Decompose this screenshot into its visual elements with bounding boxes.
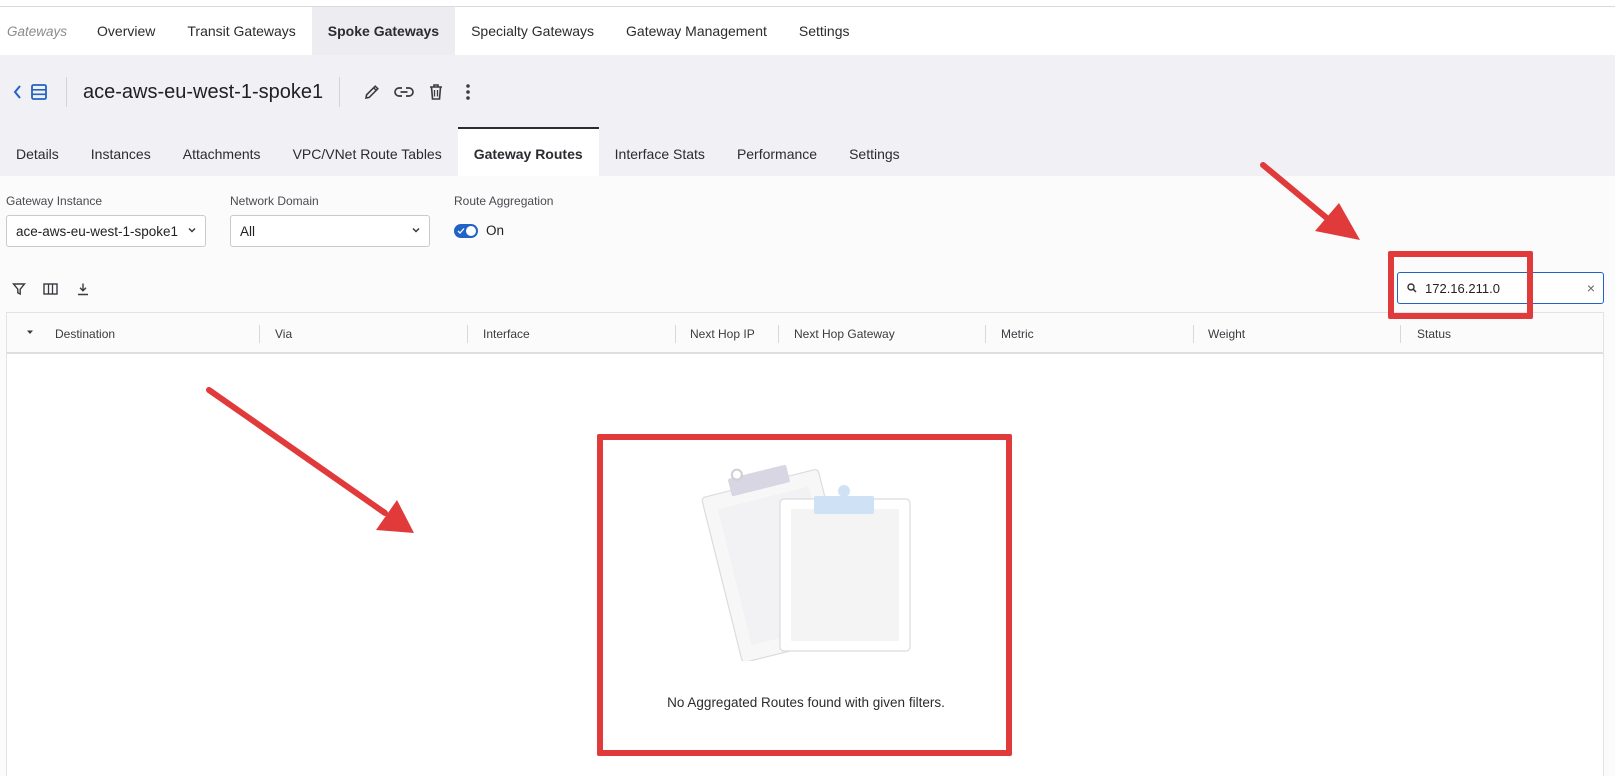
- gateway-title-row: ace-aws-eu-west-1-spoke1: [0, 71, 484, 113]
- delete-button[interactable]: [423, 79, 449, 105]
- network-domain-value: All: [240, 223, 256, 239]
- network-domain-label: Network Domain: [230, 194, 319, 208]
- tab-vpc-vnet-route-tables[interactable]: VPC/VNet Route Tables: [277, 127, 458, 176]
- tab-specialty-gateways[interactable]: Specialty Gateways: [455, 7, 610, 55]
- route-aggregation-state: On: [486, 223, 505, 238]
- tab-gateway-routes[interactable]: Gateway Routes: [457, 127, 599, 176]
- columns-button[interactable]: [39, 278, 61, 300]
- gateway-name: ace-aws-eu-west-1-spoke1: [83, 80, 324, 103]
- column-header-weight[interactable]: Weight: [1208, 327, 1245, 341]
- tab-performance[interactable]: Performance: [721, 127, 833, 176]
- network-domain-select[interactable]: All: [230, 215, 430, 247]
- tab-gateway-settings[interactable]: Settings: [833, 127, 916, 176]
- column-header-next-hop-gateway[interactable]: Next Hop Gateway: [794, 327, 895, 341]
- column-header-destination[interactable]: Destination: [55, 327, 115, 341]
- column-divider[interactable]: [985, 325, 986, 343]
- gateway-instance-label: Gateway Instance: [6, 194, 103, 208]
- clear-search-icon[interactable]: ×: [1587, 280, 1595, 296]
- tab-interface-stats[interactable]: Interface Stats: [599, 127, 721, 176]
- edit-button[interactable]: [359, 79, 385, 105]
- empty-state-highlight-box: [597, 434, 1012, 756]
- chevron-left-icon: [13, 85, 21, 99]
- download-icon: [78, 283, 88, 296]
- tab-transit-gateways[interactable]: Transit Gateways: [171, 7, 311, 55]
- expand-all-icon[interactable]: [25, 327, 35, 337]
- columns-icon: [42, 283, 58, 295]
- tab-overview[interactable]: Overview: [81, 7, 171, 55]
- tab-gateway-management[interactable]: Gateway Management: [610, 7, 783, 55]
- filter-icon: [12, 283, 26, 296]
- tab-spoke-gateways[interactable]: Spoke Gateways: [311, 7, 456, 55]
- column-header-status[interactable]: Status: [1417, 327, 1451, 341]
- column-header-next-hop-ip[interactable]: Next Hop IP: [690, 327, 755, 341]
- tab-instances[interactable]: Instances: [75, 127, 167, 176]
- breadcrumb[interactable]: Gateways: [0, 7, 81, 55]
- column-divider[interactable]: [778, 325, 779, 343]
- gateway-instance-value: ace-aws-eu-west-1-spoke1: [16, 223, 179, 239]
- column-header-metric[interactable]: Metric: [1001, 327, 1034, 341]
- chevron-down-icon: [412, 228, 420, 233]
- back-button[interactable]: [10, 82, 24, 102]
- gateway-instance-select[interactable]: ace-aws-eu-west-1-spoke1: [6, 215, 206, 247]
- list-icon: [31, 84, 47, 100]
- more-options-button[interactable]: [455, 79, 481, 105]
- download-button[interactable]: [72, 278, 94, 300]
- column-header-via[interactable]: Via: [275, 327, 292, 341]
- edit-icon: [365, 85, 380, 100]
- column-header-interface[interactable]: Interface: [483, 327, 530, 341]
- more-vertical-icon: [466, 84, 470, 100]
- toggle-knob: [466, 226, 476, 236]
- column-divider[interactable]: [675, 325, 676, 343]
- column-divider[interactable]: [467, 325, 468, 343]
- tab-settings[interactable]: Settings: [783, 7, 866, 55]
- check-icon: [457, 228, 465, 234]
- route-aggregation-toggle[interactable]: [454, 224, 478, 238]
- search-highlight-box: [1388, 251, 1533, 319]
- tab-attachments[interactable]: Attachments: [167, 127, 277, 176]
- trash-icon: [430, 84, 443, 100]
- link-button[interactable]: [391, 79, 417, 105]
- column-divider[interactable]: [1400, 325, 1401, 343]
- top-navigation: Gateways Overview Transit Gateways Spoke…: [0, 7, 1615, 55]
- list-view-button[interactable]: [28, 81, 50, 103]
- tab-details[interactable]: Details: [0, 127, 75, 176]
- gateway-subtabs: Details Instances Attachments VPC/VNet R…: [0, 127, 916, 176]
- gateway-header: ace-aws-eu-west-1-spoke1 Details Instanc…: [0, 55, 1615, 176]
- filter-button[interactable]: [8, 278, 30, 300]
- column-divider[interactable]: [259, 325, 260, 343]
- table-header: Destination Via Interface Next Hop IP Ne…: [7, 313, 1603, 354]
- route-aggregation-label: Route Aggregation: [454, 194, 554, 208]
- chevron-down-icon: [188, 228, 196, 233]
- link-icon: [394, 87, 414, 97]
- column-divider[interactable]: [1193, 325, 1194, 343]
- title-divider: [339, 77, 341, 107]
- title-divider: [66, 77, 67, 107]
